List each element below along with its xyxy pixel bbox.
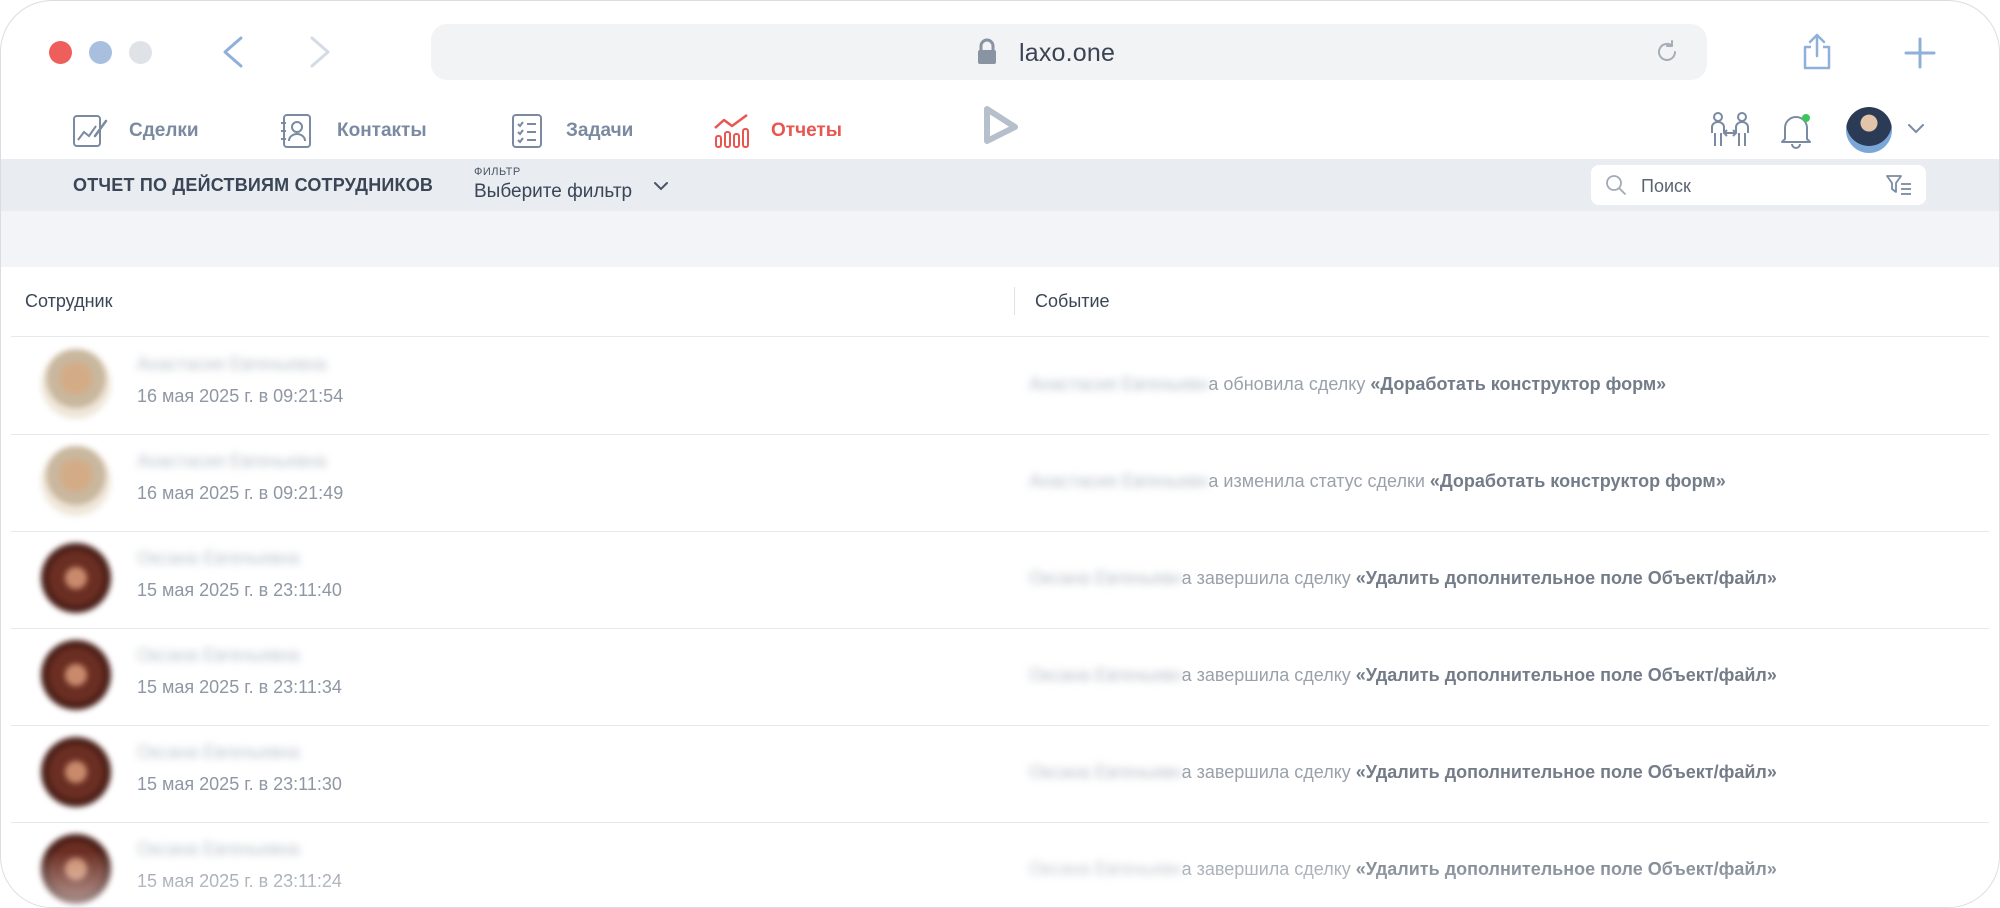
chevron-down-icon[interactable] xyxy=(653,181,669,193)
report-toolbar: ОТЧЕТ ПО ДЕЙСТВИЯМ СОТРУДНИКОВ ФИЛЬТР Вы… xyxy=(1,159,1999,211)
event-actor: Оксана Евгеньевн xyxy=(1029,665,1182,685)
event-text: Оксана Евгеньевна завершила сделку «Удал… xyxy=(1029,859,1777,880)
nav-item-label: Отчеты xyxy=(771,120,842,141)
filter-icon[interactable] xyxy=(1886,174,1912,196)
event-text: Оксана Евгеньевна завершила сделку «Удал… xyxy=(1029,665,1777,686)
table-row[interactable]: Оксана Евгеньевна 15 мая 2025 г. в 23:11… xyxy=(11,725,1989,823)
reload-icon[interactable] xyxy=(1654,39,1680,65)
event-text: Оксана Евгеньевна завершила сделку «Удал… xyxy=(1029,568,1777,589)
table-row[interactable]: Анастасия Евгеньевна 16 мая 2025 г. в 09… xyxy=(11,434,1989,532)
nav-item-label: Сделки xyxy=(129,120,199,141)
nav-item-label: Задачи xyxy=(566,120,634,141)
deal-link[interactable]: «Удалить дополнительное поле Объект/файл… xyxy=(1356,859,1777,879)
search-icon xyxy=(1606,175,1626,195)
event-action: а завершила сделку xyxy=(1181,665,1356,685)
event-time: 15 мая 2025 г. в 23:11:24 xyxy=(137,871,342,891)
column-header-employee[interactable]: Сотрудник xyxy=(25,291,112,312)
address-bar[interactable]: laxo.one xyxy=(431,24,1707,80)
deal-link[interactable]: «Доработать конструктор форм» xyxy=(1370,374,1666,394)
table-header: Сотрудник Событие xyxy=(11,267,1989,337)
employee-name: Оксана Евгеньевна xyxy=(137,742,300,762)
url-text: laxo.one xyxy=(1019,39,1116,67)
minimize-window-button[interactable] xyxy=(89,41,112,64)
employee-avatar xyxy=(41,446,111,516)
filter-select[interactable]: Выберите фильтр xyxy=(474,181,632,203)
table-row[interactable]: Оксана Евгеньевна 15 мая 2025 г. в 23:11… xyxy=(11,822,1989,907)
employee-avatar xyxy=(41,737,111,807)
content-spacer xyxy=(1,211,1999,267)
nav-item-deals[interactable]: Сделки xyxy=(71,111,199,151)
share-icon[interactable] xyxy=(1801,33,1833,71)
team-icon[interactable] xyxy=(1709,111,1751,149)
employee-name: Анастасия Евгеньевна xyxy=(137,451,327,471)
search-box xyxy=(1591,165,1926,205)
employee-name: Оксана Евгеньевна xyxy=(137,548,300,568)
event-time: 16 мая 2025 г. в 09:21:49 xyxy=(137,483,344,503)
laxo-logo-icon[interactable] xyxy=(979,105,1021,151)
lock-icon xyxy=(978,38,996,64)
employee-avatar xyxy=(41,640,111,710)
event-text: Анастасия Евгеньевна обновила сделку «До… xyxy=(1029,374,1666,395)
tasks-icon xyxy=(512,114,542,148)
contacts-icon xyxy=(281,114,311,148)
column-header-event[interactable]: Событие xyxy=(1035,291,1110,312)
employee-avatar xyxy=(41,543,111,613)
deal-link[interactable]: «Доработать конструктор форм» xyxy=(1430,471,1726,491)
employee-name: Оксана Евгеньевна xyxy=(137,839,300,859)
column-divider[interactable] xyxy=(1014,287,1015,315)
event-text: Оксана Евгеньевна завершила сделку «Удал… xyxy=(1029,762,1777,783)
table-row[interactable]: Оксана Евгеньевна 15 мая 2025 г. в 23:11… xyxy=(11,628,1989,726)
search-input[interactable] xyxy=(1639,171,1873,201)
zoom-window-button[interactable] xyxy=(129,41,152,64)
activity-table: Сотрудник Событие Анастасия Евгеньевна 1… xyxy=(11,267,1989,907)
employee-avatar xyxy=(41,349,111,419)
event-action: а изменила статус сделки xyxy=(1208,471,1430,491)
bell-icon[interactable] xyxy=(1779,111,1813,149)
chevron-right-icon[interactable] xyxy=(306,35,334,69)
user-avatar[interactable] xyxy=(1846,107,1892,153)
deals-icon xyxy=(73,115,108,147)
event-time: 15 мая 2025 г. в 23:11:30 xyxy=(137,774,342,794)
close-window-button[interactable] xyxy=(49,41,72,64)
chevron-left-icon[interactable] xyxy=(219,35,247,69)
page-title: ОТЧЕТ ПО ДЕЙСТВИЯМ СОТРУДНИКОВ xyxy=(73,175,434,195)
event-text: Анастасия Евгеньевна изменила статус сде… xyxy=(1029,471,1726,492)
plus-icon[interactable] xyxy=(1904,37,1936,69)
employee-avatar xyxy=(41,834,111,904)
event-actor: Оксана Евгеньевн xyxy=(1029,568,1182,588)
event-action: а завершила сделку xyxy=(1181,762,1356,782)
event-action: а завершила сделку xyxy=(1181,568,1356,588)
nav-item-contacts[interactable]: Контакты xyxy=(279,111,427,151)
event-actor: Оксана Евгеньевн xyxy=(1029,762,1182,782)
event-actor: Оксана Евгеньевн xyxy=(1029,859,1182,879)
event-actor: Анастасия Евгеньевн xyxy=(1029,374,1209,394)
chevron-down-icon[interactable] xyxy=(1907,123,1925,135)
table-row[interactable]: Анастасия Евгеньевна 16 мая 2025 г. в 09… xyxy=(11,337,1989,435)
event-time: 16 мая 2025 г. в 09:21:54 xyxy=(137,386,344,406)
event-action: а обновила сделку xyxy=(1208,374,1371,394)
browser-toolbar: laxo.one xyxy=(1,1,1999,101)
employee-name: Оксана Евгеньевна xyxy=(137,645,300,665)
deal-link[interactable]: «Удалить дополнительное поле Объект/файл… xyxy=(1356,665,1777,685)
event-actor: Анастасия Евгеньевн xyxy=(1029,471,1209,491)
table-row[interactable]: Оксана Евгеньевна 15 мая 2025 г. в 23:11… xyxy=(11,531,1989,629)
filter-caption: ФИЛЬТР xyxy=(474,166,521,178)
nav-item-tasks[interactable]: Задачи xyxy=(508,111,633,151)
nav-item-label: Контакты xyxy=(337,120,427,141)
deal-link[interactable]: «Удалить дополнительное поле Объект/файл… xyxy=(1356,762,1777,782)
employee-name: Анастасия Евгеньевна xyxy=(137,354,327,374)
reports-icon xyxy=(714,113,749,148)
nav-item-reports[interactable]: Отчеты xyxy=(713,111,842,151)
event-time: 15 мая 2025 г. в 23:11:40 xyxy=(137,580,342,600)
deal-link[interactable]: «Удалить дополнительное поле Объект/файл… xyxy=(1356,568,1777,588)
event-action: а завершила сделку xyxy=(1181,859,1356,879)
event-time: 15 мая 2025 г. в 23:11:34 xyxy=(137,677,342,697)
browser-window: laxo.one Сделки Контакты Задачи Отчеты О… xyxy=(0,0,2000,908)
